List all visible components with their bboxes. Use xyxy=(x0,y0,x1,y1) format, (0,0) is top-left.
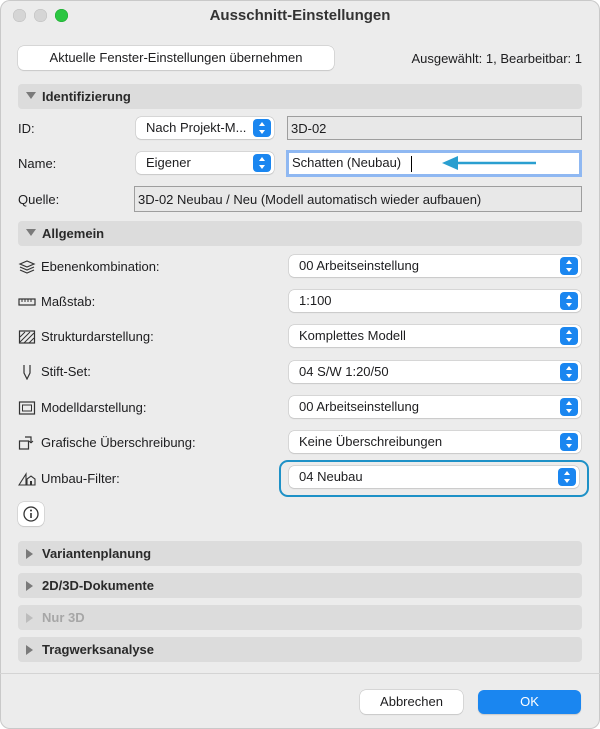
name-mode-popup[interactable]: Eigener xyxy=(136,152,274,174)
disclosure-down-icon xyxy=(26,92,36,99)
ruler-icon xyxy=(18,298,36,306)
row-value: 1:100 xyxy=(299,293,332,308)
section-title: Tragwerksanalyse xyxy=(42,642,155,657)
chevron-updown-icon xyxy=(253,119,271,137)
graphic-override-icon xyxy=(18,436,34,450)
row-label: Stift-Set: xyxy=(41,364,91,379)
section-general-header[interactable]: Allgemein xyxy=(18,221,582,246)
chevron-updown-icon xyxy=(560,327,578,345)
chevron-updown-icon xyxy=(560,257,578,275)
footer-divider xyxy=(0,673,600,674)
id-mode-popup[interactable]: Nach Projekt-M... xyxy=(136,117,274,139)
row-label: Maßstab: xyxy=(41,294,96,309)
section-title: Variantenplanung xyxy=(42,546,152,561)
chevron-updown-icon xyxy=(560,363,578,381)
disclosure-right-icon xyxy=(26,581,33,591)
section-title: 2D/3D-Dokumente xyxy=(42,578,154,593)
id-label: ID: xyxy=(18,121,35,136)
row-value: Komplettes Modell xyxy=(299,328,406,343)
disclosure-right-icon xyxy=(26,645,33,655)
row-label: Modelldarstellung: xyxy=(41,400,147,415)
window-title: Ausschnitt-Einstellungen xyxy=(209,7,391,24)
section-structural-analysis-header[interactable]: Tragwerksanalyse xyxy=(18,637,582,662)
source-field: 3D-02 Neubau / Neu (Modell automatisch w… xyxy=(134,186,582,212)
layer-combination-popup[interactable]: 00 Arbeitseinstellung xyxy=(289,255,581,277)
row-label: Strukturdarstellung: xyxy=(41,329,154,344)
info-icon xyxy=(23,506,39,522)
pen-icon xyxy=(23,365,31,380)
chevron-updown-icon xyxy=(253,154,271,172)
renovation-filter-icon xyxy=(18,472,36,486)
row-value: 00 Arbeitseinstellung xyxy=(299,258,419,273)
ok-button[interactable]: OK xyxy=(478,690,581,714)
chevron-updown-icon xyxy=(558,468,576,486)
graphic-override-popup[interactable]: Keine Überschreibungen xyxy=(289,431,581,453)
id-value: 3D-02 xyxy=(291,121,327,136)
layers-icon xyxy=(18,260,36,274)
pen-set-popup[interactable]: 04 S/W 1:20/50 xyxy=(289,361,581,383)
info-button[interactable] xyxy=(18,502,44,526)
section-2d3d-documents-header[interactable]: 2D/3D-Dokumente xyxy=(18,573,582,598)
chevron-updown-icon xyxy=(560,433,578,451)
id-field[interactable]: 3D-02 xyxy=(287,116,582,140)
disclosure-right-icon xyxy=(26,613,33,623)
disclosure-right-icon xyxy=(26,549,33,559)
source-value: 3D-02 Neubau / Neu (Modell automatisch w… xyxy=(138,192,482,207)
annotation-arrow-icon xyxy=(442,156,536,170)
name-value: Schatten (Neubau) xyxy=(292,155,402,170)
section-3d-only-header: Nur 3D xyxy=(18,605,582,630)
dialog-window: Ausschnitt-Einstellungen Aktuelle Fenste… xyxy=(0,0,600,729)
row-label: Grafische Überschreibung: xyxy=(41,435,196,450)
model-display-icon xyxy=(18,401,36,415)
chevron-updown-icon xyxy=(560,398,578,416)
section-identification-header[interactable]: Identifizierung xyxy=(18,84,582,109)
structure-display-popup[interactable]: Komplettes Modell xyxy=(289,325,581,347)
section-title: Nur 3D xyxy=(42,610,85,625)
section-design-options-header[interactable]: Variantenplanung xyxy=(18,541,582,566)
chevron-updown-icon xyxy=(560,292,578,310)
model-display-popup[interactable]: 00 Arbeitseinstellung xyxy=(289,396,581,418)
section-title: Allgemein xyxy=(42,226,105,241)
structure-icon xyxy=(18,330,36,344)
apply-current-window-settings-button[interactable]: Aktuelle Fenster-Einstellungen übernehme… xyxy=(18,46,334,70)
row-label: Ebenenkombination: xyxy=(41,259,160,274)
renovation-filter-popup[interactable]: 04 Neubau xyxy=(289,466,579,488)
selection-status: Ausgewählt: 1, Bearbeitbar: 1 xyxy=(411,51,582,66)
disclosure-down-icon xyxy=(26,229,36,236)
row-value: 04 Neubau xyxy=(299,469,363,484)
title-bar: Ausschnitt-Einstellungen xyxy=(0,0,600,32)
scale-popup[interactable]: 1:100 xyxy=(289,290,581,312)
row-value: 04 S/W 1:20/50 xyxy=(299,364,389,379)
name-mode-value: Eigener xyxy=(146,155,191,170)
source-label: Quelle: xyxy=(18,192,60,207)
name-label: Name: xyxy=(18,156,57,171)
section-title: Identifizierung xyxy=(42,89,131,104)
id-mode-value: Nach Projekt-M... xyxy=(146,120,247,135)
text-caret xyxy=(411,156,412,172)
row-value: Keine Überschreibungen xyxy=(299,434,443,449)
row-label: Umbau-Filter: xyxy=(41,471,120,486)
cancel-button[interactable]: Abbrechen xyxy=(360,690,463,714)
row-value: 00 Arbeitseinstellung xyxy=(299,399,419,414)
